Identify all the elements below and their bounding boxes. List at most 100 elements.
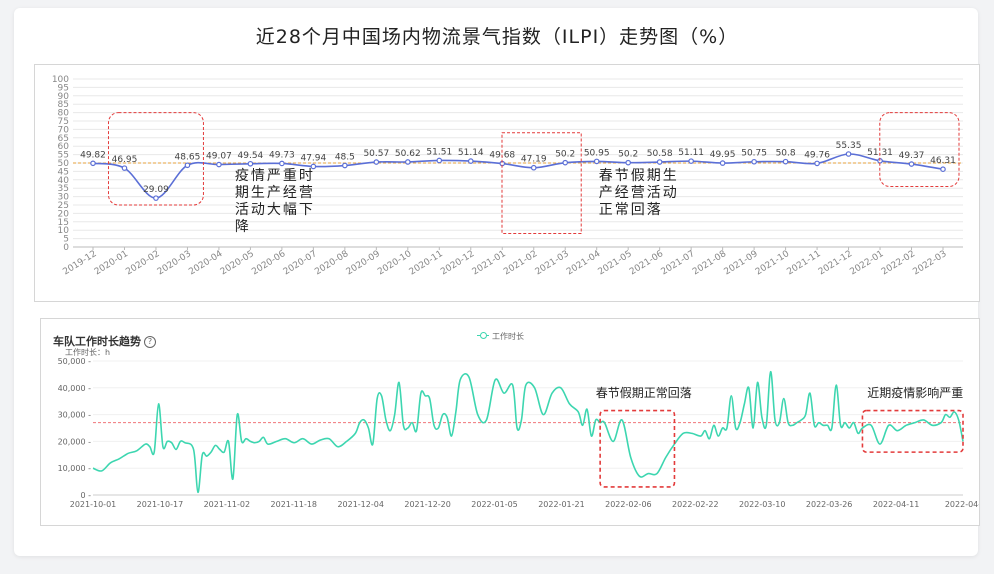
- chart2-legend[interactable]: 工作时长: [477, 331, 524, 342]
- x-tick-label: 2020-09: [345, 249, 382, 278]
- x-tick-label: 2022-03-26: [806, 500, 853, 509]
- ilpi-data-point: [153, 195, 159, 201]
- spring-festival-annotation-line: 产经营活动: [599, 185, 679, 201]
- ilpi-data-point: [593, 158, 600, 165]
- x-tick-label: 2020-12: [439, 249, 476, 277]
- x-tick-label: 2021-11-02: [204, 500, 251, 509]
- ilpi-data-point: [121, 165, 128, 171]
- x-tick-label: 2021-03: [534, 249, 571, 277]
- x-tick-label: 2022-02-22: [672, 500, 719, 509]
- x-tick-label: 2021-06: [628, 249, 665, 278]
- ilpi-data-point: [184, 162, 191, 169]
- x-tick-label: 2021-02: [502, 249, 539, 277]
- x-tick-label: 2022-01-05: [471, 500, 518, 509]
- ilpi-data-label: 50.2: [555, 150, 575, 160]
- x-tick-label: 2022-04-11: [873, 500, 920, 509]
- ilpi-data-point: [342, 162, 348, 169]
- x-tick-label: 2020-04: [187, 249, 224, 278]
- y-tick-label: 30,000 -: [58, 411, 92, 420]
- ilpi-data-point: [908, 161, 915, 167]
- ilpi-data-point: [562, 159, 569, 166]
- help-icon[interactable]: ?: [144, 336, 156, 348]
- spring-festival-annotation: 春节假期生产经营活动正常回落: [599, 168, 679, 218]
- ilpi-data-label: 50.58: [647, 149, 673, 159]
- ilpi-data-label: 49.07: [206, 152, 232, 162]
- ilpi-data-label: 49.95: [710, 150, 736, 160]
- ilpi-data-label: 48.5: [335, 153, 355, 163]
- y-tick-label: 0 -: [80, 491, 91, 500]
- x-tick-label: 2022-03-10: [739, 500, 786, 509]
- ilpi-data-point: [688, 158, 694, 164]
- y-tick-label: 50,000 -: [58, 357, 92, 366]
- covid-annotation-line: 疫情严重时: [235, 168, 315, 184]
- x-tick-label: 2022-02: [880, 249, 917, 277]
- x-tick-label: 2021-12-04: [337, 500, 384, 509]
- ilpi-data-label: 50.95: [584, 148, 610, 158]
- fleet-hours-chart-panel: 车队工作时长趋势? 工作时长：h 工作时长 0 -10,000 -20,000 …: [40, 318, 982, 526]
- fleet-hours-chart: 0 - 10,000 - 20,000 - 30,000 - 40,000 - 50,00…: [58, 357, 982, 509]
- ilpi-data-point: [719, 160, 726, 166]
- ilpi-data-point: [814, 160, 820, 167]
- ilpi-data-label: 46.31: [930, 156, 956, 166]
- ilpi-data-point: [625, 159, 631, 166]
- spring-festival-highlight-box: [599, 409, 676, 488]
- ilpi-data-label: 51.51: [426, 147, 452, 157]
- ilpi-data-label: 55.35: [836, 141, 862, 151]
- ilpi-data-point: [845, 151, 852, 157]
- chart2-unit-label: 工作时长：h: [65, 348, 111, 357]
- x-tick-label: 2021-10-01: [70, 500, 117, 509]
- recent-covid-annotation: 近期疫情影响严重: [867, 385, 963, 400]
- ilpi-data-label: 51.11: [678, 148, 704, 158]
- covid-annotation-line: 活动大幅下: [235, 202, 315, 218]
- spring-festival-highlight-box: [501, 132, 582, 235]
- covid-annotation-line: 降: [235, 219, 251, 235]
- x-tick-label: 2021-09: [723, 249, 760, 278]
- ilpi-data-point: [782, 158, 789, 165]
- x-tick-label: 2022-02-06: [605, 500, 652, 509]
- x-tick-label: 2021-07: [660, 249, 697, 277]
- spring-festival-annotation-line: 春节假期生: [599, 168, 679, 184]
- ilpi-data-point: [279, 160, 285, 167]
- x-tick-label: 2020-02: [124, 249, 161, 277]
- spring-festival-annotation: 春节假期正常回落: [596, 386, 692, 400]
- x-tick-label: 2021-01: [471, 249, 508, 277]
- ilpi-data-label: 50.75: [741, 149, 767, 159]
- ilpi-data-label: 47.19: [521, 155, 547, 165]
- ilpi-data-point: [467, 158, 474, 164]
- ilpi-data-label: 50.8: [776, 149, 796, 159]
- y-tick-label: 20,000 -: [58, 437, 92, 446]
- covid-annotation-line: 期生产经营: [235, 185, 315, 201]
- covid-annotation: 疫情严重时期生产经营活动大幅下降: [235, 168, 315, 235]
- ilpi-chart: 0510152025303540455055606570758085909510…: [52, 75, 963, 278]
- x-tick-label: 2020-08: [313, 249, 350, 278]
- ilpi-data-label: 50.57: [363, 149, 389, 159]
- x-tick-label: 2021-08: [691, 249, 728, 278]
- x-tick-label: 2021-11: [785, 249, 822, 277]
- x-tick-label: 2022-03: [911, 249, 948, 277]
- ilpi-data-point: [90, 160, 96, 167]
- ilpi-chart-panel: 0 5 10 15 20 25 30 35 40 45 50 55 60 65 70 75 80 85 90 95 10…: [34, 64, 980, 302]
- x-tick-label: 2021-12-20: [404, 500, 451, 509]
- ilpi-data-point: [216, 161, 222, 168]
- ilpi-data-point: [247, 160, 254, 167]
- ilpi-data-label: 50.62: [395, 149, 421, 159]
- x-tick-label: 2021-04: [565, 249, 602, 278]
- y-tick-label: 40,000 -: [58, 384, 92, 393]
- x-tick-label: 2021-11-18: [271, 500, 318, 509]
- ilpi-data-label: 46.95: [112, 155, 138, 165]
- x-tick-label: 2020-05: [219, 249, 256, 277]
- ilpi-data-point: [405, 159, 411, 165]
- x-tick-label: 2020-03: [156, 249, 193, 277]
- ilpi-data-label: 49.54: [238, 151, 264, 161]
- ilpi-data-label: 29.09: [143, 185, 169, 195]
- x-tick-label: 2022-01-21: [538, 500, 585, 509]
- ilpi-data-label: 49.82: [80, 150, 106, 160]
- ilpi-data-point: [940, 166, 946, 172]
- y-tick-label: 10,000 -: [58, 464, 92, 473]
- ilpi-data-point: [530, 164, 537, 171]
- ilpi-data-label: 49.37: [899, 151, 925, 161]
- x-tick-label: 2020-07: [282, 249, 319, 277]
- ilpi-data-label: 51.14: [458, 148, 484, 158]
- y-tick-label: 100: [52, 75, 69, 85]
- x-tick-label: 2022-04-: [945, 500, 979, 509]
